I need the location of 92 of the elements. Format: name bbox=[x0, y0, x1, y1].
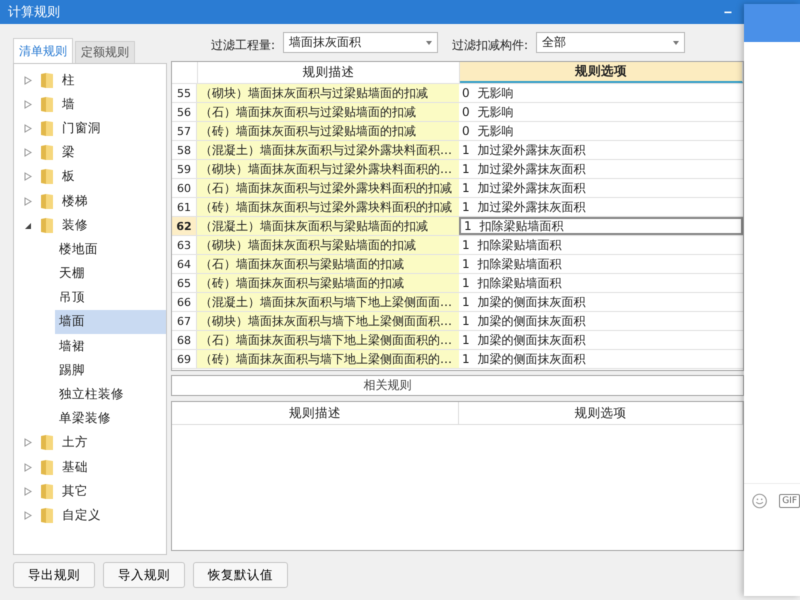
tab[interactable]: 清单规则 bbox=[13, 38, 73, 63]
tab[interactable]: 定额规则 bbox=[75, 41, 135, 63]
tree-item[interactable]: 墙裙 bbox=[55, 334, 166, 358]
tree-item[interactable]: 独立柱装修 bbox=[55, 382, 166, 407]
tree-item[interactable]: 装修 bbox=[62, 216, 88, 234]
expand-arrow-icon[interactable] bbox=[24, 172, 32, 182]
tree-item[interactable]: 踢脚 bbox=[55, 358, 166, 382]
option-cell[interactable]: 1 加梁的侧面抹灰面积 bbox=[459, 331, 743, 349]
table-cell: （石）墙面抹灰面积与墙下地上梁侧面面积的… bbox=[197, 331, 459, 349]
folder-icon bbox=[40, 96, 54, 113]
tree-item[interactable]: 门窗洞 bbox=[62, 120, 101, 137]
table-cell: （砖）墙面抹灰面积与过梁贴墙面的扣减 bbox=[197, 122, 459, 140]
filter-dropdown[interactable]: 墙面抹灰面积 bbox=[283, 32, 438, 53]
column-header[interactable]: 规则描述 bbox=[172, 402, 459, 424]
option-cell[interactable]: 0 无影响 bbox=[459, 122, 743, 140]
tree-item[interactable]: 柱 bbox=[62, 72, 75, 89]
folder-icon bbox=[40, 144, 54, 162]
tree-item[interactable]: 墙面 bbox=[55, 310, 166, 334]
table-cell: （砌块）墙面抹灰面积与过梁外露块料面积的… bbox=[197, 160, 459, 178]
table-cell: （砌块）墙面抹灰面积与梁贴墙面的扣减 bbox=[197, 236, 459, 254]
option-cell[interactable]: 1 加过梁外露抹灰面积 bbox=[459, 179, 743, 197]
action-button[interactable]: 导入规则 bbox=[103, 562, 185, 588]
tree-item[interactable]: 其它 bbox=[62, 482, 88, 500]
expand-arrow-icon[interactable] bbox=[24, 462, 32, 472]
tree-item[interactable]: 墙 bbox=[62, 96, 75, 113]
expand-arrow-icon[interactable] bbox=[24, 76, 32, 85]
folder-icon bbox=[40, 482, 54, 500]
folder-icon bbox=[40, 216, 54, 234]
minimize-button[interactable]: − bbox=[720, 4, 736, 20]
folder-icon bbox=[40, 506, 54, 524]
table-cell: （砖）墙面抹灰面积与过梁外露块料面积的扣减 bbox=[197, 198, 459, 216]
option-cell[interactable]: 1 扣除梁贴墙面积 bbox=[459, 255, 743, 273]
table-cell: （混凝土）墙面抹灰面积与梁贴墙面的扣减 bbox=[197, 217, 459, 235]
option-cell[interactable]: 1 加过梁外露抹灰面积 bbox=[459, 141, 743, 159]
filter-dropdown[interactable]: 全部 bbox=[536, 32, 686, 53]
folder-icon bbox=[40, 458, 54, 476]
option-cell[interactable]: 1 扣除梁贴墙面积 bbox=[459, 236, 743, 254]
option-cell[interactable]: 1 扣除梁贴墙面积 bbox=[459, 274, 743, 292]
option-cell[interactable]: 1 加过梁外露抹灰面积 bbox=[459, 198, 743, 216]
table-cell: （砖）墙面抹灰面积与梁贴墙面的扣减 bbox=[197, 274, 459, 292]
folder-icon bbox=[40, 120, 54, 137]
gif-button[interactable]: GIF bbox=[779, 494, 800, 508]
tree-item[interactable]: 基础 bbox=[62, 458, 88, 476]
tree-item[interactable]: 梁 bbox=[62, 144, 75, 162]
dropdown-caret-icon bbox=[426, 40, 432, 44]
tree-item[interactable]: 板 bbox=[62, 168, 75, 186]
table-cell: （混凝土）墙面抹灰面积与过梁外露块料面积… bbox=[197, 141, 459, 159]
window-title: 计算规则 bbox=[8, 4, 60, 21]
expand-arrow-icon[interactable] bbox=[24, 510, 32, 520]
section-title: 相关规则 bbox=[364, 377, 412, 394]
folder-icon bbox=[40, 168, 54, 186]
panel-header bbox=[744, 4, 800, 42]
tree-item[interactable]: 土方 bbox=[62, 434, 88, 452]
tree-item[interactable]: 楼地面 bbox=[55, 237, 166, 262]
expand-arrow-icon[interactable] bbox=[24, 124, 32, 133]
option-cell[interactable]: 0 无影响 bbox=[459, 84, 743, 102]
expand-arrow-icon[interactable] bbox=[24, 196, 32, 206]
table-cell: （砌块）墙面抹灰面积与过梁贴墙面的扣减 bbox=[197, 84, 459, 102]
option-cell[interactable]: 1 加梁的侧面抹灰面积 bbox=[459, 293, 743, 311]
table-cell: （石）墙面抹灰面积与梁贴墙面的扣减 bbox=[197, 255, 459, 273]
expand-arrow-icon[interactable] bbox=[24, 100, 32, 109]
table-cell: （砖）墙面抹灰面积与墙下地上梁侧面面积的… bbox=[197, 350, 459, 368]
filter-label: 过滤工程量: bbox=[211, 37, 276, 54]
expand-arrow-icon[interactable] bbox=[24, 438, 32, 448]
tree-item[interactable]: 吊顶 bbox=[55, 286, 166, 310]
table-cell: （石）墙面抹灰面积与过梁贴墙面的扣减 bbox=[197, 103, 459, 121]
folder-icon bbox=[40, 434, 54, 452]
action-button[interactable]: 恢复默认值 bbox=[193, 562, 288, 588]
tree-item[interactable]: 天棚 bbox=[55, 262, 166, 286]
folder-icon bbox=[40, 192, 54, 210]
action-button[interactable]: 导出规则 bbox=[13, 562, 95, 588]
table-cell: （砌块）墙面抹灰面积与墙下地上梁侧面面积… bbox=[197, 312, 459, 330]
option-cell[interactable]: 1 加梁的侧面抹灰面积 bbox=[459, 312, 743, 330]
tree-item[interactable]: 单梁装修 bbox=[55, 406, 166, 431]
dropdown-caret-icon bbox=[673, 40, 680, 44]
filter-label: 过滤扣减构件: bbox=[452, 37, 528, 54]
column-header[interactable]: 规则选项 bbox=[460, 62, 743, 83]
smiley-icon[interactable] bbox=[752, 492, 768, 510]
folder-icon bbox=[40, 72, 54, 89]
option-cell[interactable]: 1 扣除梁贴墙面积 bbox=[459, 217, 743, 235]
column-header[interactable]: 规则选项 bbox=[459, 402, 743, 424]
option-cell[interactable]: 1 加梁的侧面抹灰面积 bbox=[459, 350, 743, 368]
option-cell[interactable]: 1 加过梁外露抹灰面积 bbox=[459, 160, 743, 178]
table-cell: （石）墙面抹灰面积与过梁外露块料面积的扣减 bbox=[197, 179, 459, 197]
table-cell: （混凝土）墙面抹灰面积与墙下地上梁侧面面… bbox=[197, 293, 459, 311]
tree-item[interactable]: 楼梯 bbox=[62, 192, 88, 210]
option-cell[interactable]: 0 无影响 bbox=[459, 103, 743, 121]
row-number: 62 bbox=[172, 217, 197, 235]
expand-arrow-icon[interactable] bbox=[24, 148, 32, 158]
tree-item[interactable]: 自定义 bbox=[62, 506, 101, 524]
expand-arrow-icon[interactable] bbox=[24, 486, 32, 496]
collapse-arrow-icon[interactable] bbox=[24, 220, 32, 230]
